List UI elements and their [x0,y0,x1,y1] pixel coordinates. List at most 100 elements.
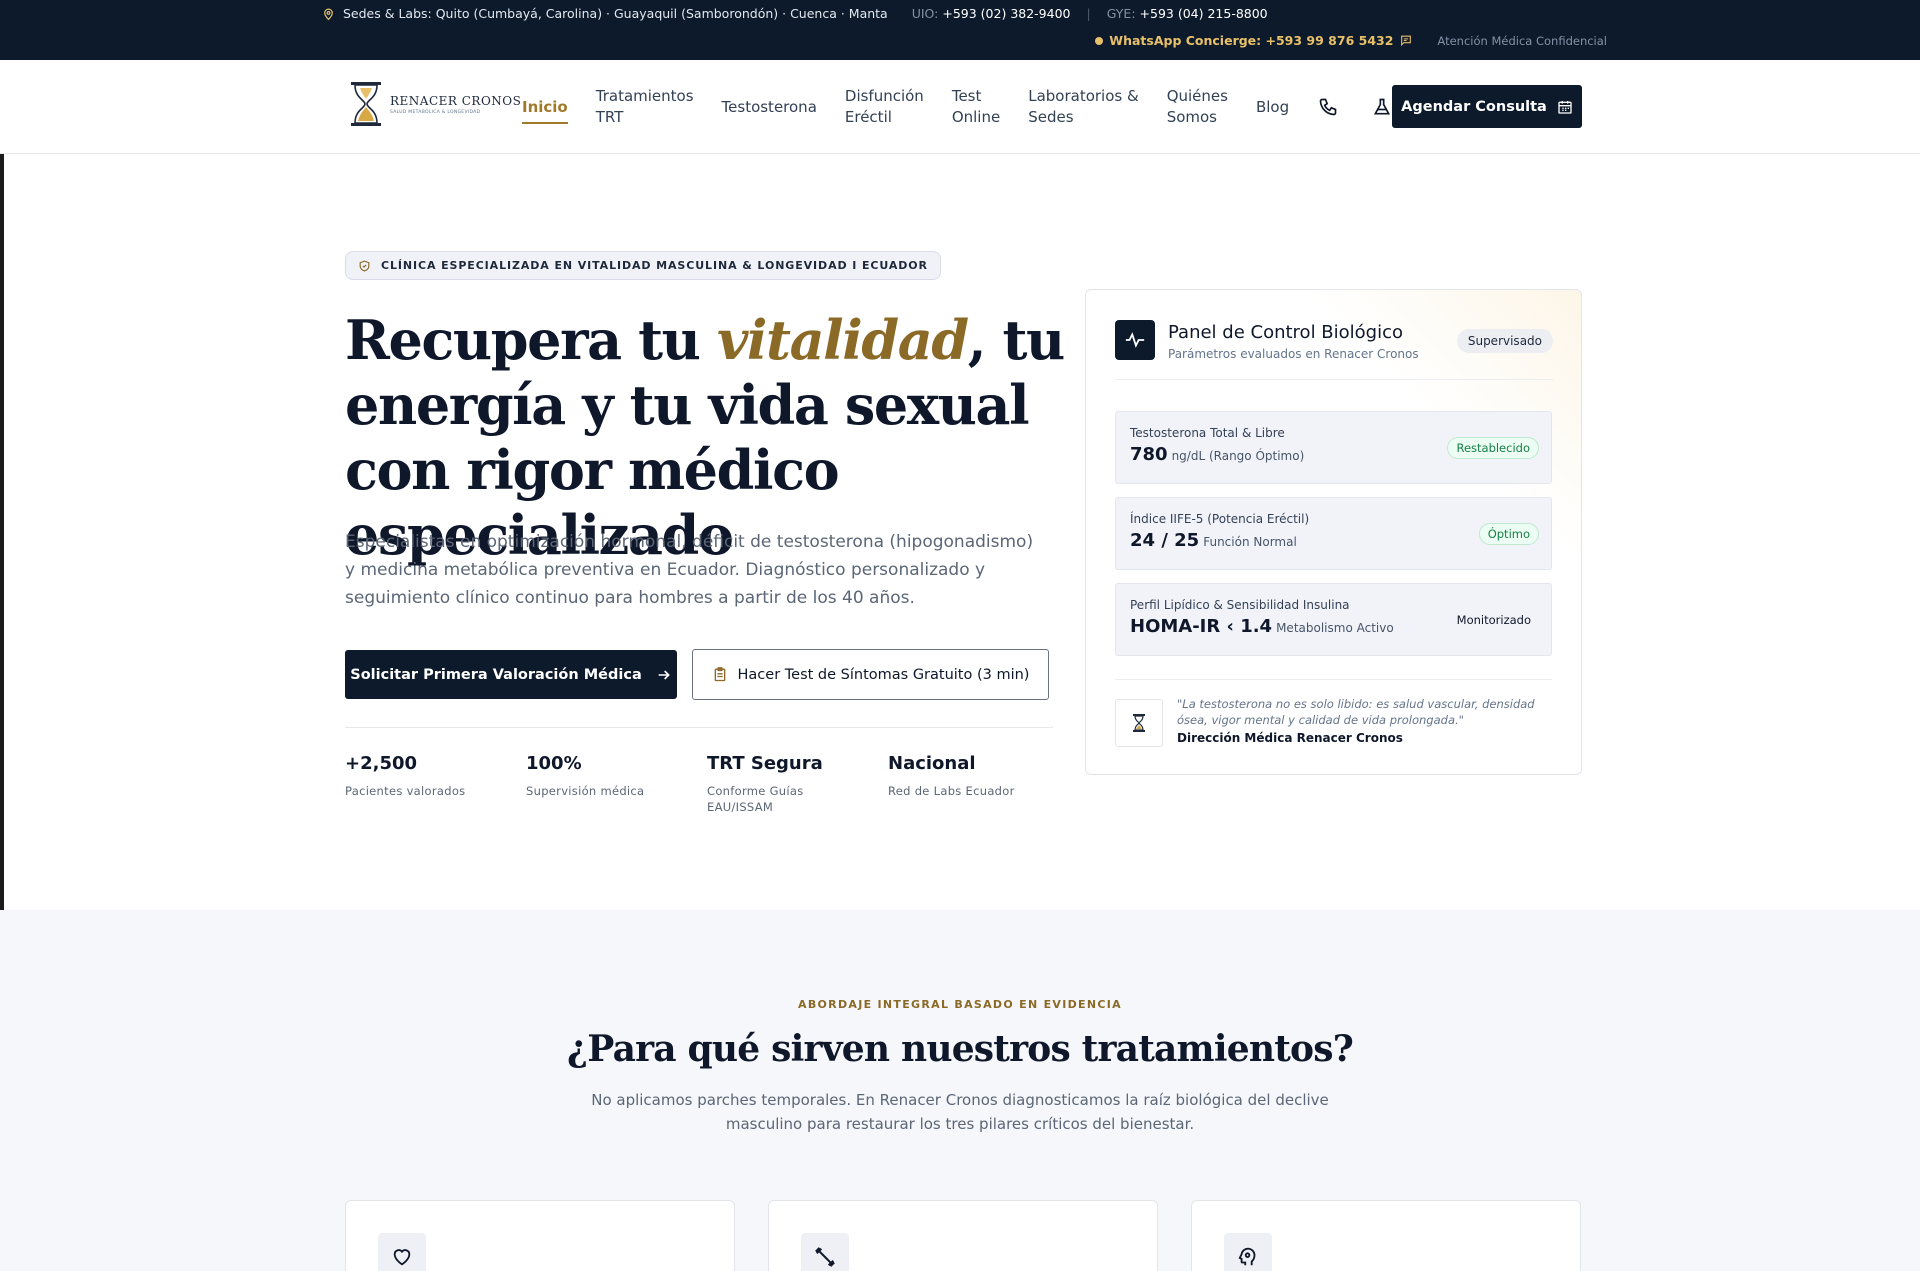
metric-number: 24 / 25 [1130,530,1200,551]
status-badge: Supervisado [1456,329,1553,353]
metric-status-badge: Óptimo [1478,523,1539,545]
nav-label-line2: Somos [1166,108,1217,126]
quote-text: "La testosterona no es solo libido: es s… [1177,697,1535,727]
cta-label: Agendar Consulta [1401,98,1547,115]
treatment-card[interactable] [768,1200,1158,1271]
stat-value: Nacional [888,753,976,774]
panel-quote: "La testosterona no es solo libido: es s… [1115,679,1552,747]
metric-unit: ng/dL (Rango Óptimo) [1171,449,1305,463]
map-pin-icon [324,8,333,20]
dumbbell-icon [801,1233,849,1271]
nav-label: Quiénes [1166,87,1228,105]
hourglass-icon [1115,699,1163,747]
nav-item-test-online[interactable]: Test Online [952,86,1000,128]
panel-header: Panel de Control Biológico Parámetros ev… [1115,320,1553,380]
stat-item: 100% Supervisión médica [526,753,707,815]
arrow-right-icon [658,669,670,680]
main-header: RENACER CRONOS SALUD METABÓLICA & LONGEV… [0,60,1920,154]
section-title: ¿Para qué sirven nuestros tratamientos? [566,1028,1354,1070]
metric-status-badge: Restablecido [1447,437,1539,459]
top-info-bar: Sedes & Labs: Quito (Cumbayá, Carolina) … [0,0,1920,60]
stat-label: Red de Labs Ecuador [888,784,1015,798]
calendar-icon [1558,100,1572,114]
logo[interactable]: RENACER CRONOS SALUD METABÓLICA & LONGEV… [348,80,521,128]
metric-value: HOMA-IR ‹ 1.4 Metabolismo Activo [1130,616,1394,637]
nav-label-line2: Online [951,108,1001,126]
metric-value: 780 ng/dL (Rango Óptimo) [1130,444,1304,465]
stat-value: 100% [526,753,582,774]
shield-check-icon [359,259,370,271]
nav-item-tratamientos-trt[interactable]: Tratamientos TRT [596,86,694,128]
nav-label: Disfunción [844,87,924,105]
stat-label: Pacientes valorados [345,784,466,798]
uio-label: UIO: [911,6,939,21]
brain-gear-icon [1224,1233,1272,1271]
nav-label: Blog [1255,97,1290,116]
nav-label-line2: Eréctil [844,108,892,126]
stat-item: TRT Segura Conforme Guías EAU/ISSAM [707,753,888,815]
stat-value: +2,500 [345,753,418,774]
locations-text: Sedes & Labs: Quito (Cumbayá, Carolina) … [343,6,888,21]
clipboard-icon [714,667,725,682]
panel-subtitle: Parámetros evaluados en Renacer Cronos [1168,347,1419,361]
specialty-badge: CLÍNICA ESPECIALIZADA EN VITALIDAD MASCU… [345,251,941,280]
flask-icon[interactable] [1371,96,1393,118]
uio-phone-link[interactable]: +593 (02) 382-9400 [942,6,1070,21]
metric-lipid-profile: Perfil Lipídico & Sensibilidad Insulina … [1115,583,1552,656]
nav-item-inicio[interactable]: Inicio [522,97,568,124]
metric-unit: Metabolismo Activo [1276,621,1394,635]
nav-label: Testosterona [721,97,817,116]
hourglass-logo-icon [351,82,381,126]
activity-icon [1115,320,1155,360]
hero-stats: +2,500 Pacientes valorados 100% Supervis… [345,753,1069,815]
nav-label: Laboratorios & [1028,87,1139,105]
stat-label: Supervisión médica [526,784,645,798]
logo-tagline: SALUD METABÓLICA & LONGEVIDAD [390,109,481,115]
nav-item-disfuncion-erectil[interactable]: Disfunción Eréctil [845,86,924,128]
whatsapp-link[interactable]: WhatsApp Concierge: +593 99 876 5432 [1095,33,1413,48]
stat-item: Nacional Red de Labs Ecuador [888,753,1069,815]
bio-control-panel: Panel de Control Biológico Parámetros ev… [1085,289,1582,775]
gye-label: GYE: [1106,6,1136,21]
panel-title: Panel de Control Biológico [1168,322,1404,343]
metric-status-badge: Monitorizado [1456,613,1531,627]
hero-title-pre: Recupera tu [345,308,717,372]
stat-value: TRT Segura [707,753,823,774]
stat-label: Conforme Guías EAU/ISSAM [707,784,804,814]
agendar-consulta-button[interactable]: Agendar Consulta [1392,85,1582,128]
metric-label: Testosterona Total & Libre [1130,426,1285,440]
nav-label: Inicio [522,97,568,116]
main-nav: Inicio Tratamientos TRT Testosterona Dis… [522,60,1425,154]
nav-item-blog[interactable]: Blog [1256,97,1289,118]
whatsapp-status-dot [1095,36,1104,45]
nav-item-laboratorios-sedes[interactable]: Laboratorios & Sedes [1028,86,1138,128]
confidential-text: Atención Médica Confidencial [1437,33,1607,48]
nav-label: Tratamientos [595,87,694,105]
treatment-card[interactable] [1191,1200,1581,1271]
nav-label-line2: Sedes [1028,108,1074,126]
symptom-test-button[interactable]: Hacer Test de Síntomas Gratuito (3 min) [692,649,1049,700]
gye-phone-link[interactable]: +593 (04) 215-8800 [1140,6,1268,21]
phone-icon[interactable] [1317,96,1339,118]
heart-icon [378,1233,426,1271]
nav-item-quienes-somos[interactable]: Quiénes Somos [1167,86,1228,128]
section-subtitle: No aplicamos parches temporales. En Rena… [591,1091,1329,1133]
metric-testosterone: Testosterona Total & Libre 780 ng/dL (Ran… [1115,411,1552,484]
badge-text: CLÍNICA ESPECIALIZADA EN VITALIDAD MASCU… [381,259,928,272]
secondary-cta-label: Hacer Test de Síntomas Gratuito (3 min) [737,666,1030,683]
metric-iief5: Índice IIFE-5 (Potencia Eréctil) 24 / 25… [1115,497,1552,570]
nav-item-testosterona[interactable]: Testosterona [722,97,817,118]
treatment-card[interactable] [345,1200,735,1271]
hero-divider [345,727,1053,728]
metric-label: Perfil Lipídico & Sensibilidad Insulina [1130,598,1350,612]
metric-unit: Función Normal [1203,535,1297,549]
metric-value: 24 / 25 Función Normal [1130,530,1297,551]
primary-cta-label: Solicitar Primera Valoración Médica [350,666,642,683]
stat-item: +2,500 Pacientes valorados [345,753,526,815]
metric-number: HOMA-IR ‹ 1.4 [1130,616,1273,637]
hero-title-highlight: vitalidad [716,308,969,372]
nav-label: Test [951,87,982,105]
treatments-section: ABORDAJE INTEGRAL BASADO EN EVIDENCIA ¿P… [0,910,1920,1271]
locations-info: Sedes & Labs: Quito (Cumbayá, Carolina) … [322,6,888,21]
request-evaluation-button[interactable]: Solicitar Primera Valoración Médica [345,650,677,699]
